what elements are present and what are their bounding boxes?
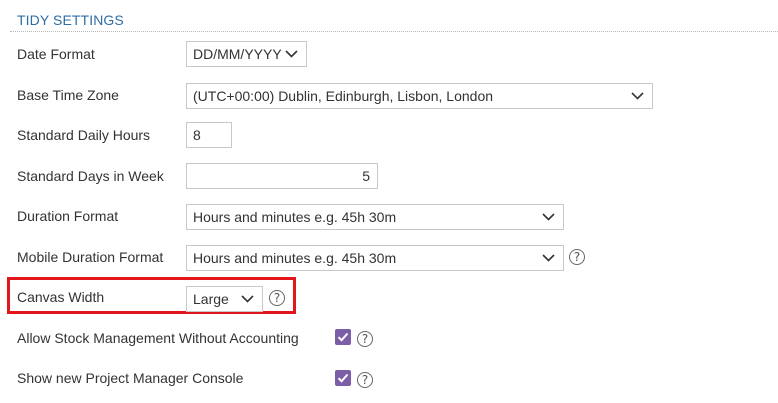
base-time-zone-select[interactable]: (UTC+00:00) Dublin, Edinburgh, Lisbon, L… <box>186 83 653 109</box>
mobile-duration-format-help-icon[interactable]: ? <box>569 249 585 265</box>
allow-stock-management-label: Allow Stock Management Without Accountin… <box>17 330 299 346</box>
standard-daily-hours-value: 8 <box>193 127 201 143</box>
canvas-width-label: Canvas Width <box>17 289 105 305</box>
chevron-down-icon <box>542 254 555 262</box>
duration-format-select[interactable]: Hours and minutes e.g. 45h 30m <box>186 204 564 230</box>
duration-format-value: Hours and minutes e.g. 45h 30m <box>193 209 397 225</box>
settings-section-title: TIDY SETTINGS <box>17 12 124 28</box>
allow-stock-management-checkbox[interactable] <box>335 329 351 345</box>
mobile-duration-format-value: Hours and minutes e.g. 45h 30m <box>193 250 397 266</box>
date-format-value: DD/MM/YYYY <box>193 46 282 62</box>
chevron-down-icon <box>542 213 555 221</box>
mobile-duration-format-select[interactable]: Hours and minutes e.g. 45h 30m <box>186 245 564 271</box>
chevron-down-icon <box>285 50 298 58</box>
canvas-width-value: Large <box>193 291 229 307</box>
base-time-zone-label: Base Time Zone <box>17 87 119 103</box>
chevron-down-icon <box>241 295 254 303</box>
standard-days-in-week-value: 5 <box>362 168 370 184</box>
checkmark-icon <box>337 373 349 383</box>
standard-daily-hours-input[interactable]: 8 <box>186 122 232 148</box>
canvas-width-help-icon[interactable]: ? <box>269 290 285 306</box>
date-format-label: Date Format <box>17 46 95 62</box>
standard-days-in-week-label: Standard Days in Week <box>17 168 164 184</box>
chevron-down-icon <box>631 92 644 100</box>
section-divider <box>10 31 778 32</box>
base-time-zone-value: (UTC+00:00) Dublin, Edinburgh, Lisbon, L… <box>193 88 494 104</box>
show-project-manager-console-label: Show new Project Manager Console <box>17 370 244 386</box>
duration-format-label: Duration Format <box>17 208 119 224</box>
standard-daily-hours-label: Standard Daily Hours <box>17 127 151 143</box>
show-project-manager-console-help-icon[interactable]: ? <box>357 372 373 388</box>
allow-stock-management-help-icon[interactable]: ? <box>357 331 373 347</box>
show-project-manager-console-checkbox[interactable] <box>335 370 351 386</box>
date-format-select[interactable]: DD/MM/YYYY <box>186 41 307 67</box>
canvas-width-select[interactable]: Large <box>186 286 263 312</box>
standard-days-in-week-input[interactable]: 5 <box>186 163 378 189</box>
checkmark-icon <box>337 332 349 342</box>
mobile-duration-format-label: Mobile Duration Format <box>17 249 164 265</box>
